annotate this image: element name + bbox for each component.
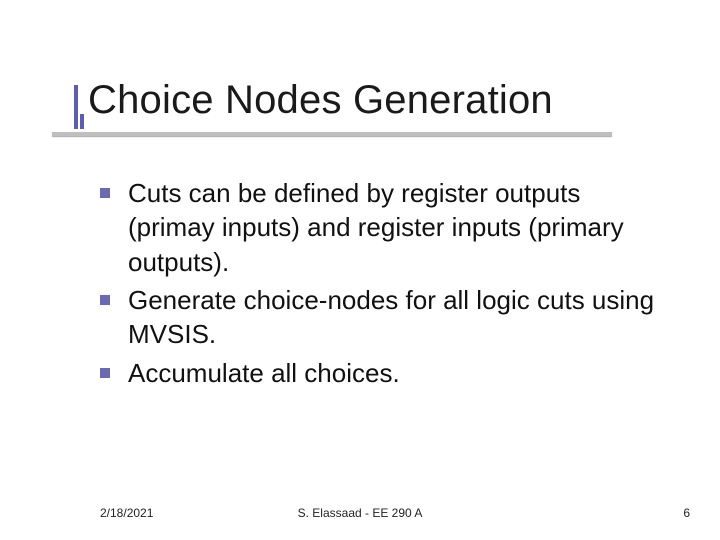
title-wrap: Choice Nodes Generation [88, 78, 553, 123]
footer-page-number: 6 [683, 506, 690, 520]
footer-author: S. Elassaad - EE 290 A [0, 506, 720, 520]
square-bullet-icon [100, 368, 110, 378]
square-bullet-icon [100, 188, 110, 198]
title-accent-bar-short [80, 114, 84, 129]
list-item: Cuts can be defined by register outputs … [100, 176, 660, 279]
title-accent-bar-long [74, 85, 78, 129]
slide-title: Choice Nodes Generation [88, 78, 553, 123]
slide: Choice Nodes Generation Cuts can be defi… [0, 0, 720, 540]
list-item: Generate choice-nodes for all logic cuts… [100, 283, 660, 352]
square-bullet-icon [100, 295, 110, 305]
slide-footer: 2/18/2021 S. Elassaad - EE 290 A 6 [0, 500, 720, 520]
bullet-text: Accumulate all choices. [128, 356, 400, 390]
list-item: Accumulate all choices. [100, 356, 660, 390]
bullet-text: Cuts can be defined by register outputs … [128, 176, 660, 279]
bullet-text: Generate choice-nodes for all logic cuts… [128, 283, 660, 352]
title-underline [52, 132, 612, 136]
slide-body: Cuts can be defined by register outputs … [100, 176, 660, 394]
